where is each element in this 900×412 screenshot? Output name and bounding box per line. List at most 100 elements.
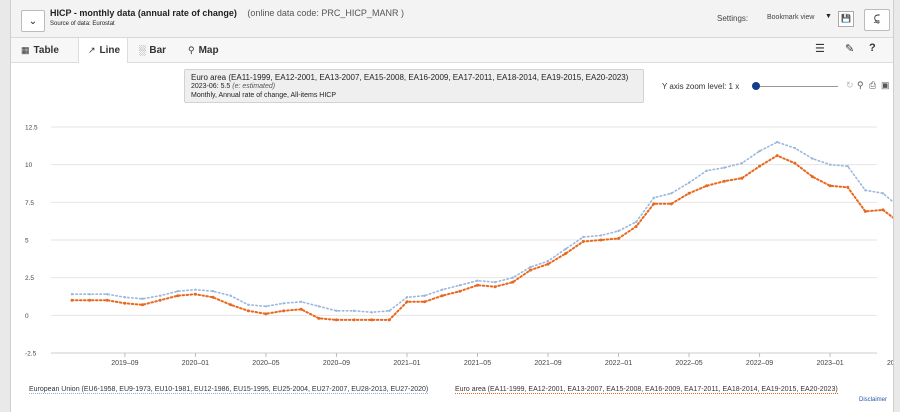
data-point-eu[interactable] [793,146,797,150]
data-point-eu[interactable] [211,290,215,293]
data-point-eu[interactable] [352,309,356,313]
data-point-eu[interactable] [687,181,691,184]
data-point-euro-area[interactable] [352,318,356,322]
data-point-eu[interactable] [652,196,655,200]
data-point-euro-area[interactable] [705,184,709,188]
data-point-euro-area[interactable] [652,202,656,206]
data-point-eu[interactable] [776,140,779,144]
chart-panel: ⌄ HICP - monthly data (annual rate of ch… [10,0,894,412]
data-point-eu[interactable] [493,280,497,284]
data-point-euro-area[interactable] [70,298,74,302]
legend-euro-area[interactable]: Euro area (EA11-1999, EA12-2001, EA13-20… [455,386,838,394]
data-point-eu[interactable] [599,234,603,237]
data-point-euro-area[interactable] [669,202,673,206]
data-point-eu[interactable] [423,294,426,297]
data-point-eu[interactable] [723,166,726,169]
data-point-eu[interactable] [476,279,479,282]
data-point-euro-area[interactable] [176,294,180,298]
data-point-euro-area[interactable] [440,294,444,298]
data-point-euro-area[interactable] [793,161,797,165]
data-point-euro-area[interactable] [282,309,286,313]
data-point-eu[interactable] [529,265,532,269]
data-point-eu[interactable] [247,303,250,306]
data-point-eu[interactable] [299,300,303,303]
data-point-euro-area[interactable] [211,295,215,299]
legend-eu[interactable]: European Union (EU6-1958, EU9-1973, EU10… [29,386,429,394]
data-point-euro-area[interactable] [546,262,550,266]
data-point-euro-area[interactable] [423,300,427,304]
data-point-eu[interactable] [370,311,373,314]
data-point-euro-area[interactable] [863,209,867,213]
data-point-eu[interactable] [194,288,197,291]
data-point-euro-area[interactable] [511,280,515,284]
data-point-eu[interactable] [758,149,761,153]
data-point-euro-area[interactable] [634,224,638,228]
data-point-eu[interactable] [811,157,814,160]
data-point-eu[interactable] [846,164,849,168]
data-point-eu[interactable] [828,163,832,166]
data-point-euro-area[interactable] [229,303,233,307]
data-point-euro-area[interactable] [158,298,162,302]
data-point-eu[interactable] [317,305,321,308]
data-point-eu[interactable] [282,302,285,305]
data-point-euro-area[interactable] [317,316,321,320]
data-point-euro-area[interactable] [193,292,197,296]
data-point-euro-area[interactable] [687,191,691,195]
data-point-euro-area[interactable] [617,236,621,240]
data-point-euro-area[interactable] [370,318,374,322]
data-point-eu[interactable] [176,290,179,293]
data-point-eu[interactable] [564,247,567,251]
data-point-eu[interactable] [634,220,638,224]
data-point-eu[interactable] [405,296,409,299]
series-line-eu[interactable] [71,141,893,314]
data-point-euro-area[interactable] [775,154,779,158]
data-point-euro-area[interactable] [88,298,92,302]
data-point-eu[interactable] [740,161,744,165]
data-point-euro-area[interactable] [493,285,497,289]
data-point-euro-area[interactable] [599,238,603,242]
data-point-eu[interactable] [70,293,74,296]
data-point-euro-area[interactable] [758,164,762,168]
data-point-euro-area[interactable] [846,185,850,189]
data-point-euro-area[interactable] [722,179,726,183]
data-point-euro-area[interactable] [881,208,885,212]
data-point-euro-area[interactable] [581,240,585,244]
data-point-euro-area[interactable] [528,268,532,272]
data-point-euro-area[interactable] [334,318,338,322]
disclaimer-link[interactable]: Disclaimer [859,397,887,403]
data-point-eu[interactable] [582,235,585,239]
data-point-eu[interactable] [441,288,444,291]
data-point-euro-area[interactable] [458,289,462,293]
data-point-euro-area[interactable] [105,298,109,302]
data-point-eu[interactable] [388,309,391,313]
data-point-eu[interactable] [264,305,268,308]
data-point-euro-area[interactable] [810,175,814,179]
data-point-euro-area[interactable] [405,300,409,304]
data-point-eu[interactable] [670,192,673,195]
data-point-eu[interactable] [123,296,127,299]
data-point-eu[interactable] [88,293,91,296]
data-point-euro-area[interactable] [141,303,145,307]
data-point-euro-area[interactable] [264,312,268,316]
data-point-eu[interactable] [511,276,514,279]
data-point-eu[interactable] [335,309,338,313]
data-point-eu[interactable] [705,169,708,172]
data-point-euro-area[interactable] [828,184,832,188]
data-point-euro-area[interactable] [299,307,303,311]
data-point-eu[interactable] [229,294,232,297]
data-point-euro-area[interactable] [740,176,744,180]
data-point-eu[interactable] [158,294,162,297]
data-point-eu[interactable] [141,297,144,300]
data-point-eu[interactable] [881,192,885,195]
data-point-eu[interactable] [546,259,550,263]
data-point-euro-area[interactable] [564,252,568,256]
data-point-euro-area[interactable] [387,318,391,322]
data-point-eu[interactable] [617,229,620,233]
data-point-euro-area[interactable] [246,309,250,313]
line-chart: 12.5 10 7.5 5 2.5 0 -2.5 2019–09 2020–01 2020–05… [25,125,893,367]
data-point-euro-area[interactable] [475,283,479,287]
data-point-euro-area[interactable] [123,301,127,305]
data-point-eu[interactable] [864,189,867,192]
data-point-eu[interactable] [458,284,462,287]
data-point-eu[interactable] [106,293,109,296]
